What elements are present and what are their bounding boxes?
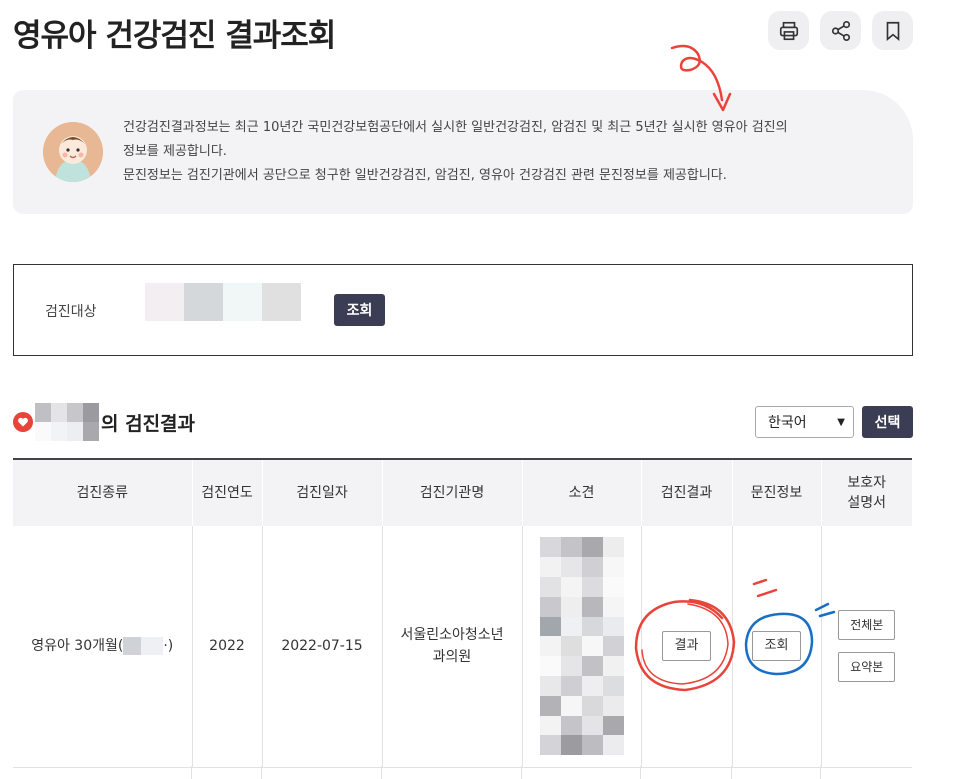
institution-cell: 서울린소아청소년 과의원	[382, 526, 523, 768]
printer-icon	[779, 21, 798, 40]
result-cell: 결과	[641, 526, 733, 768]
column-header: 검진결과	[641, 458, 733, 526]
name-redacted	[35, 403, 99, 441]
column-header: 검진일자	[262, 458, 383, 526]
questionnaire-cell: 조회	[732, 526, 822, 768]
heart-icon	[13, 412, 33, 432]
view-questionnaire-button[interactable]: 조회	[751, 631, 802, 662]
checkup-year-cell: 2022	[192, 526, 263, 768]
checkup-date-cell: 2022-07-15	[262, 526, 383, 768]
bookmark-icon	[886, 21, 899, 41]
column-header: 검진연도	[192, 458, 263, 526]
result-heading: 의 검진결과	[13, 403, 195, 441]
results-table: 검진종류 검진연도 검진일자 검진기관명 소견 검진결과 문진정보 보호자 설명…	[13, 458, 912, 768]
checkup-type-suffix: ·)	[163, 638, 174, 655]
column-header: 검진기관명	[382, 458, 523, 526]
chevron-down-icon: ▼	[837, 416, 845, 428]
page-title: 영유아 건강검진 결과조회	[13, 18, 336, 54]
info-line: 정보를 제공합니다.	[123, 144, 227, 159]
next-table-row	[13, 766, 912, 779]
table-row: 영유아 30개월( ·) 2022 2022-07-15 서울린소아청소년 과의원	[13, 526, 912, 768]
column-header: 검진종류	[13, 458, 193, 526]
language-select[interactable]: 한국어 ▼	[755, 406, 854, 438]
search-label: 검진대상	[45, 304, 97, 320]
print-button[interactable]	[768, 11, 809, 50]
search-target-value-redacted[interactable]	[145, 283, 301, 321]
share-button[interactable]	[820, 11, 861, 50]
info-notice-box: 건강검진결과정보는 최근 10년간 국민건강보험공단에서 실시한 일반건강검진,…	[13, 90, 913, 214]
guardian-full-button[interactable]: 전체본	[838, 610, 896, 641]
checkup-type-prefix: 영유아 30개월(	[31, 638, 124, 655]
search-button[interactable]: 조회	[334, 294, 385, 326]
column-header: 보호자 설명서	[821, 458, 912, 526]
view-result-button[interactable]: 결과	[661, 631, 712, 662]
institution-name-line: 서울린소아청소년	[400, 627, 504, 644]
info-text: 건강검진결과정보는 최근 10년간 국민건강보험공단에서 실시한 일반건강검진,…	[123, 116, 863, 188]
search-panel: 검진대상 조회	[13, 264, 913, 356]
result-title: 의 검진결과	[101, 412, 196, 435]
baby-avatar-icon	[43, 122, 103, 182]
finding-redacted	[539, 537, 624, 756]
bookmark-button[interactable]	[872, 11, 913, 50]
finding-cell	[522, 526, 642, 768]
guardian-guide-cell: 전체본 요약본	[821, 526, 912, 768]
column-header: 문진정보	[732, 458, 822, 526]
guardian-summary-button[interactable]: 요약본	[838, 652, 896, 683]
share-icon	[831, 20, 850, 41]
column-header: 소견	[522, 458, 642, 526]
redacted-value	[123, 637, 164, 656]
info-line: 문진정보는 검진기관에서 공단으로 청구한 일반건강검진, 암검진, 영유아 건…	[123, 168, 727, 183]
checkup-type-cell: 영유아 30개월( ·)	[13, 526, 193, 768]
institution-name-line: 과의원	[432, 649, 472, 666]
language-apply-button[interactable]: 선택	[862, 406, 913, 438]
table-header-row: 검진종류 검진연도 검진일자 검진기관명 소견 검진결과 문진정보 보호자 설명…	[13, 458, 912, 526]
info-line: 건강검진결과정보는 최근 10년간 국민건강보험공단에서 실시한 일반건강검진,…	[123, 120, 788, 135]
language-value: 한국어	[768, 415, 807, 431]
